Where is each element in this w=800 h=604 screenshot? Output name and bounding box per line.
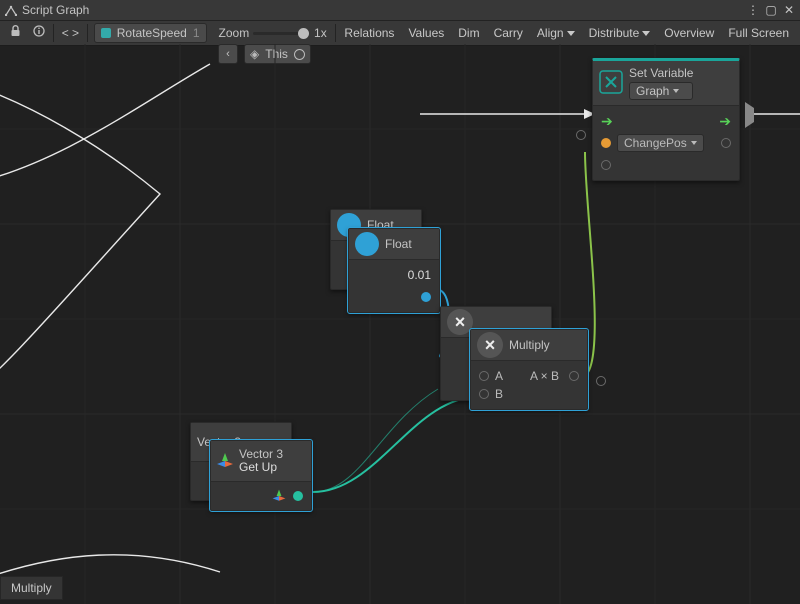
axes-icon xyxy=(217,453,233,469)
setvar-port-name[interactable] xyxy=(601,138,611,148)
values-button[interactable]: Values xyxy=(401,23,451,43)
node-float-value: 0.01 xyxy=(408,268,431,282)
node-set-variable-header[interactable]: Set Variable Graph xyxy=(593,61,739,106)
node-multiply-header[interactable]: × Multiply xyxy=(471,330,587,361)
axes-icon-small xyxy=(273,490,286,503)
setvar-outer-port-left[interactable] xyxy=(576,130,586,140)
node-set-variable[interactable]: Set Variable Graph ➔ ➔ ChangePos xyxy=(592,58,740,181)
set-variable-name-dropdown[interactable]: ChangePos xyxy=(617,134,704,152)
setvar-flow-out[interactable]: ➔ xyxy=(719,113,731,130)
node-multiply[interactable]: × Multiply A A × B B xyxy=(470,329,588,410)
multiply-label-a: A xyxy=(495,369,503,383)
main-toolbar: < > RotateSpeed 1 Zoom 1x Relations Valu… xyxy=(0,21,800,46)
lock-button[interactable] xyxy=(4,23,27,43)
vector3-output-port[interactable] xyxy=(293,491,303,501)
set-variable-icon xyxy=(599,70,623,97)
maximize-icon[interactable]: ▢ xyxy=(764,3,778,17)
setvar-flow-in[interactable]: ➔ xyxy=(601,113,613,130)
zoom-value: 1x xyxy=(314,26,327,40)
variable-field[interactable]: RotateSpeed 1 xyxy=(94,23,207,43)
multiply-port-out[interactable] xyxy=(569,371,579,381)
variable-badge: 1 xyxy=(193,26,200,40)
zoom-slider[interactable] xyxy=(253,32,309,35)
zoom-slider-thumb[interactable] xyxy=(298,28,309,39)
multiply-outer-port[interactable] xyxy=(596,376,606,386)
node-vector3-header[interactable]: Vector 3 Get Up xyxy=(211,441,311,482)
multiply-port-b[interactable] xyxy=(479,389,489,399)
relations-button[interactable]: Relations xyxy=(337,23,401,43)
dim-button[interactable]: Dim xyxy=(451,23,486,43)
node-set-variable-title: Set Variable xyxy=(629,66,693,80)
title-bar: Script Graph ⋮ ▢ ✕ xyxy=(0,0,800,21)
graph-canvas[interactable]: Float Float 0.01 × × Multiply A A × B xyxy=(0,44,800,600)
carry-button[interactable]: Carry xyxy=(487,23,530,43)
node-float[interactable]: Float 0.01 xyxy=(348,228,440,313)
kebab-menu-icon[interactable]: ⋮ xyxy=(746,3,760,17)
multiply-label-b: B xyxy=(495,387,503,401)
graph-icon xyxy=(4,4,18,16)
node-vector3[interactable]: Vector 3 Get Up xyxy=(210,440,312,511)
set-variable-scope-dropdown[interactable]: Graph xyxy=(629,82,693,100)
tooltip: Multiply xyxy=(0,576,63,600)
code-icon[interactable]: < > xyxy=(56,23,85,43)
distribute-menu[interactable]: Distribute xyxy=(582,23,658,43)
variable-name: RotateSpeed xyxy=(117,26,187,40)
overview-button[interactable]: Overview xyxy=(657,23,721,43)
variable-color-swatch xyxy=(101,28,111,38)
node-float-title: Float xyxy=(385,237,412,251)
window-title: Script Graph xyxy=(22,3,89,17)
node-multiply-title: Multiply xyxy=(509,338,550,352)
multiply-label-ab: A × B xyxy=(530,369,559,383)
float-output-port[interactable] xyxy=(421,292,431,302)
zoom-label: Zoom xyxy=(219,26,250,40)
node-float-header[interactable]: Float xyxy=(349,229,439,260)
fullscreen-button[interactable]: Full Screen xyxy=(721,23,796,43)
align-menu[interactable]: Align xyxy=(530,23,582,43)
float-type-icon xyxy=(355,232,379,256)
multiply-port-a[interactable] xyxy=(479,371,489,381)
close-icon[interactable]: ✕ xyxy=(782,3,796,17)
node-vector3-subtitle: Get Up xyxy=(239,461,283,474)
setvar-port-value[interactable] xyxy=(601,160,611,170)
setvar-port-out[interactable] xyxy=(721,138,731,148)
info-button[interactable] xyxy=(27,23,51,43)
setvar-outer-flow-right[interactable] xyxy=(745,108,754,122)
multiply-icon: × xyxy=(477,332,503,358)
